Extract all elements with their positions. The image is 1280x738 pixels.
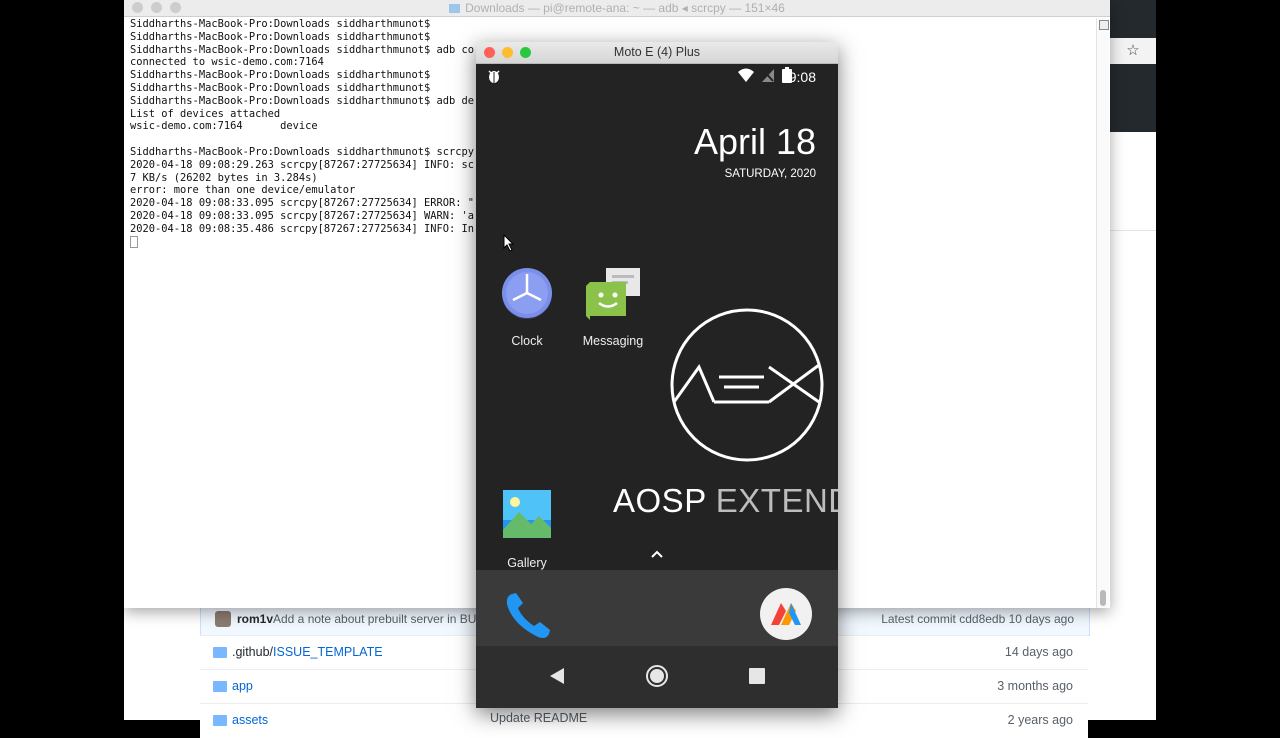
folder-icon (213, 647, 227, 658)
terminal-cursor (130, 235, 138, 248)
file-link[interactable]: .github/ISSUE_TEMPLATE (232, 645, 383, 659)
app-gallery[interactable]: Gallery (482, 486, 572, 576)
file-row[interactable]: assets 2 years ago (200, 703, 1088, 738)
app-clock[interactable]: Clock (482, 264, 572, 354)
folder-name[interactable]: assets (232, 713, 268, 727)
latest-commit-info[interactable]: Latest commit cdd8edb 10 days ago (881, 612, 1074, 626)
app-label-gallery: Gallery (507, 556, 547, 570)
terminal-title: Downloads — pi@remote-ana: ~ — adb ◂ scr… (465, 1, 785, 15)
github-header-strip (1110, 0, 1156, 132)
bug-icon (488, 70, 500, 83)
bookmark-star-icon[interactable]: ☆ (1110, 38, 1156, 64)
scrollbar-thumb[interactable] (1100, 590, 1106, 606)
status-time: 9:08 (788, 69, 816, 85)
folder-name[interactable]: app (232, 679, 253, 693)
folder-icon (213, 715, 227, 726)
folder-name[interactable]: ISSUE_TEMPLATE (273, 645, 383, 659)
folder-icon (449, 4, 461, 13)
terminal-line: Siddharths-MacBook-Pro:Downloads siddhar… (130, 18, 431, 30)
android-screen[interactable]: 9:08 April 18 SATURDAY, 2020 Clock Messa… (476, 64, 838, 708)
folder-icon (213, 681, 227, 692)
row-time: 3 months ago (997, 679, 1073, 693)
app-label-messaging: Messaging (582, 334, 644, 348)
scrcpy-titlebar[interactable]: Moto E (4) Plus (476, 42, 838, 64)
terminal-scrollbar[interactable] (1096, 18, 1109, 608)
github-divider (1110, 230, 1156, 231)
file-link[interactable]: assets (232, 713, 268, 727)
date-widget-weekday[interactable]: SATURDAY, 2020 (725, 168, 816, 180)
file-link[interactable]: app (232, 679, 253, 693)
app-messaging[interactable]: Messaging (568, 264, 658, 354)
navigation-bar (476, 646, 838, 708)
messaging-icon (586, 268, 640, 320)
aosp-extended-wordmark: AOSP EXTENDED (613, 482, 838, 520)
row-time: 2 years ago (1007, 713, 1073, 727)
scrcpy-title: Moto E (4) Plus (613, 45, 701, 59)
extended-word: EXTENDED (715, 482, 838, 519)
avatar (215, 611, 231, 627)
recents-icon[interactable] (748, 667, 766, 685)
scroll-handle-icon[interactable] (1099, 20, 1109, 30)
commit-author[interactable]: rom1v (237, 612, 273, 626)
date-widget-day[interactable]: April 18 (694, 121, 816, 163)
clock-icon (502, 268, 552, 319)
back-icon[interactable] (548, 666, 566, 686)
chevron-up-icon[interactable] (650, 549, 664, 559)
phone-icon[interactable] (502, 590, 554, 642)
commit-message-update[interactable]: Update README (490, 711, 587, 725)
commit-message[interactable]: Add a note about prebuilt server in BUIL (273, 612, 486, 626)
aex-logo-icon (670, 308, 824, 462)
app-label-clock: Clock (511, 334, 543, 348)
no-signal-icon (762, 69, 774, 82)
scrcpy-window[interactable]: Moto E (4) Plus 9:08 April 18 SATURDAY, … (476, 42, 838, 708)
terminal-titlebar[interactable]: Downloads — pi@remote-ana: ~ — adb ◂ scr… (124, 0, 1110, 17)
aosp-word: AOSP (613, 482, 707, 519)
path-prefix: .github/ (232, 645, 274, 659)
terminal-title-wrap: Downloads — pi@remote-ana: ~ — adb ◂ scr… (124, 1, 1110, 15)
mouse-cursor-icon (503, 234, 515, 252)
wifi-icon (738, 68, 754, 82)
gallery-icon (503, 490, 551, 538)
app-launcher-icon[interactable] (759, 587, 813, 641)
row-time: 14 days ago (1004, 645, 1073, 659)
home-icon[interactable] (645, 664, 669, 688)
